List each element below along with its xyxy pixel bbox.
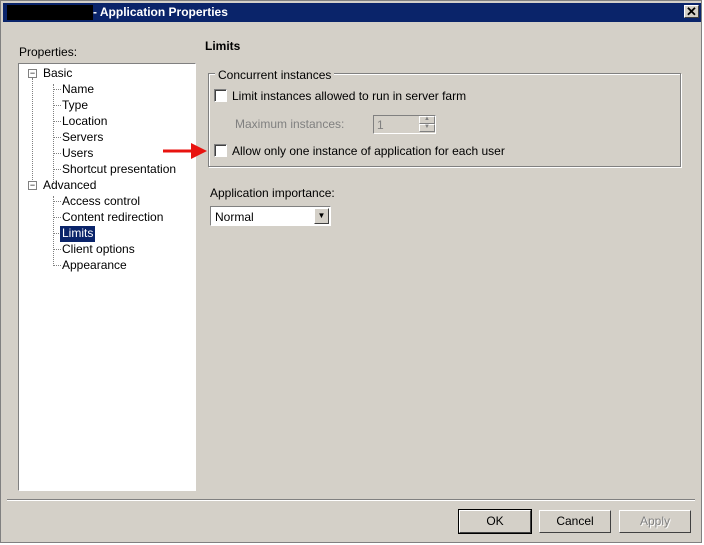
tree-line (32, 78, 33, 184)
tree-item-users[interactable]: Users (62, 146, 93, 162)
spin-buttons: ▲ ▼ (419, 116, 435, 133)
limit-instances-label[interactable]: Limit instances allowed to run in server… (232, 89, 466, 103)
tree-line (53, 153, 61, 154)
tree-line (53, 121, 61, 122)
properties-label: Properties: (19, 45, 78, 59)
application-properties-window: - Application Properties ✕ Properties: −… (0, 0, 702, 543)
cancel-button[interactable]: Cancel (539, 510, 611, 533)
arrow-head (191, 143, 207, 159)
redacted-app-name (7, 5, 93, 20)
ok-button[interactable]: OK (458, 509, 532, 534)
maximum-instances-value: 1 (377, 118, 384, 132)
tree-line (53, 265, 61, 266)
spin-down-icon[interactable]: ▼ (419, 124, 435, 132)
tree-line (53, 137, 61, 138)
title-bar[interactable]: - Application Properties ✕ (3, 3, 701, 22)
chevron-down-icon[interactable]: ▼ (314, 208, 329, 224)
one-instance-per-user-label[interactable]: Allow only one instance of application f… (232, 144, 505, 158)
tree-item-name[interactable]: Name (62, 82, 94, 98)
one-instance-per-user-checkbox[interactable] (214, 144, 227, 157)
tree-line (53, 201, 61, 202)
tree-line (53, 196, 54, 264)
collapse-advanced-icon[interactable]: − (28, 181, 37, 190)
red-arrow-icon (163, 143, 207, 159)
tree-item-advanced[interactable]: Advanced (43, 178, 96, 194)
apply-button[interactable]: Apply (619, 510, 691, 533)
tree-item-limits[interactable]: Limits (60, 226, 96, 242)
tree-line (53, 249, 61, 250)
application-importance-label: Application importance: (210, 186, 335, 200)
tree-line (53, 217, 61, 218)
application-importance-value: Normal (215, 210, 254, 224)
tree-item-access-control[interactable]: Access control (62, 194, 140, 210)
tree-item-content-redirection[interactable]: Content redirection (62, 210, 163, 226)
maximum-instances-stepper[interactable]: 1 ▲ ▼ (373, 115, 436, 134)
tree-item-servers[interactable]: Servers (62, 130, 103, 146)
window-title: - Application Properties (93, 5, 228, 19)
maximum-instances-label: Maximum instances: (235, 117, 345, 131)
tree-line (53, 89, 61, 90)
tree-line (53, 169, 61, 170)
tree-item-type[interactable]: Type (62, 98, 88, 114)
tree-item-client-options[interactable]: Client options (62, 242, 135, 258)
tree-item-appearance[interactable]: Appearance (62, 258, 127, 274)
button-separator (7, 499, 695, 501)
close-button[interactable]: ✕ (684, 5, 699, 18)
tree-item-basic[interactable]: Basic (43, 66, 72, 82)
close-icon: ✕ (686, 4, 697, 19)
limit-instances-checkbox[interactable] (214, 89, 227, 102)
tree-item-location[interactable]: Location (62, 114, 107, 130)
spin-up-icon[interactable]: ▲ (419, 116, 435, 124)
application-importance-select[interactable]: Normal ▼ (210, 206, 331, 226)
tree-line (53, 105, 61, 106)
concurrent-instances-title: Concurrent instances (215, 68, 335, 82)
section-heading: Limits (205, 39, 241, 53)
properties-tree[interactable]: − Basic Name Type Location Servers Users… (18, 63, 196, 491)
tree-item-shortcut-presentation[interactable]: Shortcut presentation (62, 162, 176, 178)
collapse-basic-icon[interactable]: − (28, 69, 37, 78)
